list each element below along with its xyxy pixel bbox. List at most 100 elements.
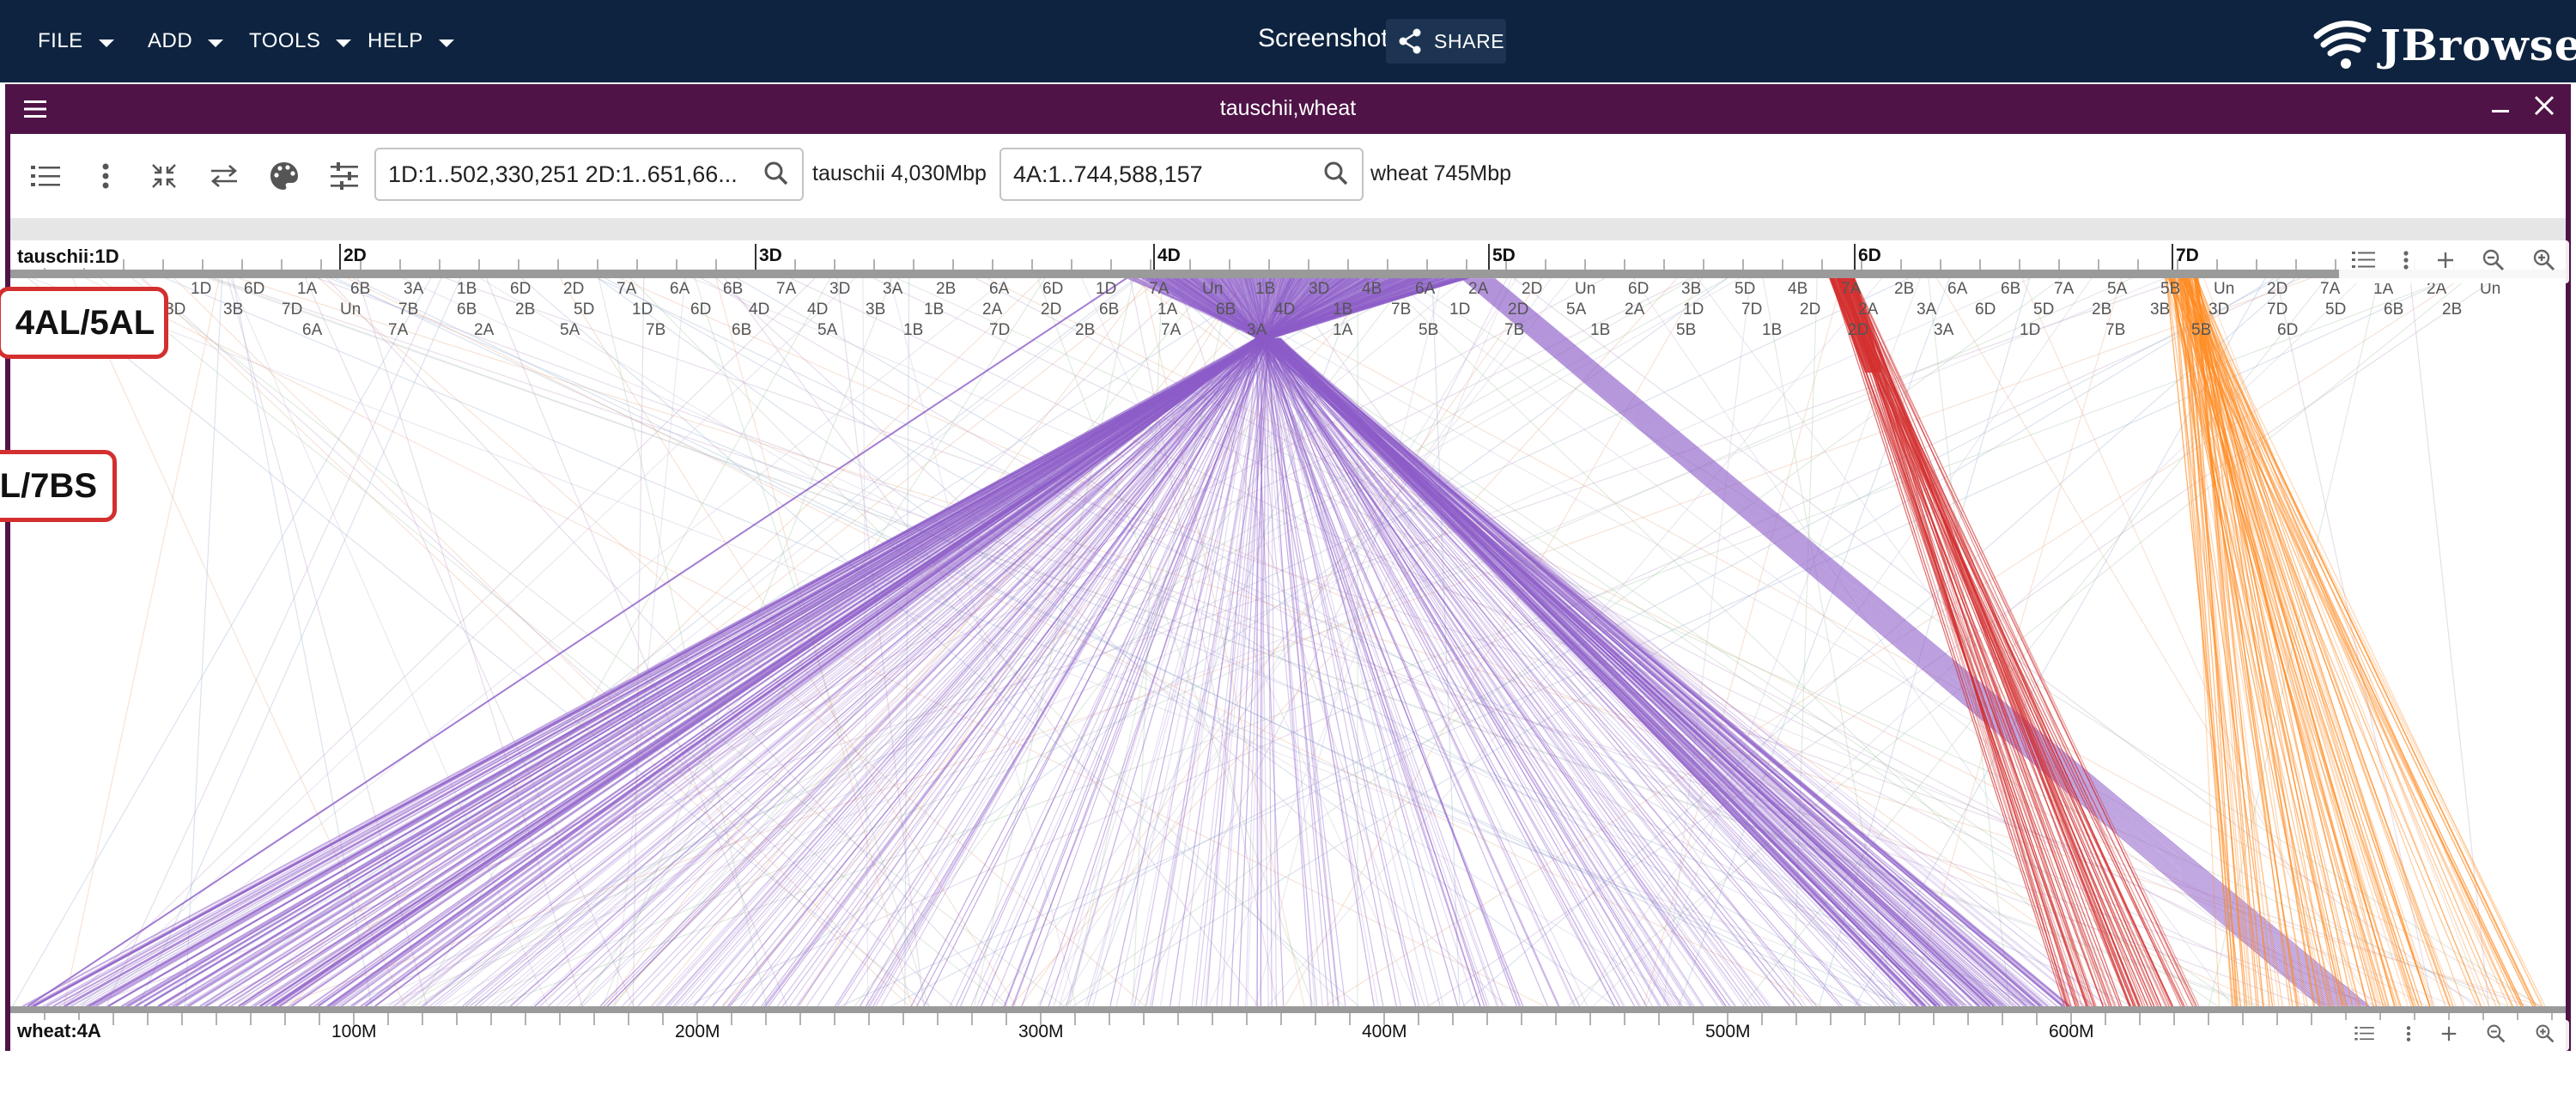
mini-chromosome-label: 2B — [1894, 280, 1915, 298]
mini-chromosome-label: 5B — [1419, 321, 1439, 339]
mini-chromosome-label: 6B — [723, 280, 744, 298]
chromosome-label: 4D — [1157, 246, 1181, 265]
mini-chromosome-label: 4D — [1274, 301, 1296, 319]
synteny-link — [1275, 337, 1957, 1006]
mini-chromosome-label: 3D — [1309, 280, 1330, 298]
mini-chromosome-label: 7B — [646, 321, 666, 339]
chromosome-label: 2D — [343, 246, 367, 265]
zoom-in-icon — [2536, 1024, 2555, 1042]
add-button[interactable] — [2439, 1024, 2458, 1047]
zoom-out-icon — [2487, 1024, 2506, 1042]
mini-chromosome-label: 6A — [670, 280, 690, 298]
mini-chromosome-label: 4D — [807, 301, 829, 319]
mini-chromosome-label: 5D — [2033, 301, 2055, 319]
mini-chromosome-label: 1D — [632, 301, 653, 319]
mini-chromosome-label: 3B — [866, 301, 886, 319]
tools-menu-button[interactable]: TOOLS — [249, 24, 352, 58]
file-menu-button[interactable]: FILE — [38, 24, 114, 58]
mini-chromosome-label: 7B — [2105, 321, 2126, 339]
bottom-ruler-ticks — [44, 1013, 2553, 1025]
chevron-down-icon — [336, 39, 352, 47]
mini-chromosome-label: 5D — [2325, 301, 2347, 319]
mini-chromosome-label: 1A — [297, 280, 318, 298]
annotation-callout: 4AL/5AL — [0, 287, 168, 359]
plus-icon — [2437, 252, 2453, 268]
annotation-text: 4AL/5AL — [15, 303, 155, 342]
bottom-search-button[interactable] — [1319, 147, 1353, 204]
zoom-out-button[interactable] — [2486, 1023, 2506, 1048]
zoom-in-button[interactable] — [2532, 248, 2556, 276]
mini-chromosome-label: 6D — [690, 301, 712, 319]
synteny-link — [142, 278, 954, 1006]
mini-chromosome-label: 1B — [1590, 321, 1611, 339]
mini-chromosome-label: 1B — [924, 301, 945, 319]
view-header: tauschii,wheat — [10, 84, 2566, 134]
tune-icon — [331, 162, 358, 190]
squish-button[interactable] — [143, 155, 185, 197]
mini-chromosome-label: 4B — [1788, 280, 1808, 298]
track-more-button[interactable] — [2405, 1025, 2412, 1047]
mini-chromosome-label: Un — [1575, 280, 1596, 298]
synteny-link — [1261, 278, 1803, 1006]
mini-chromosome-label: 2A — [1625, 301, 1645, 319]
track-list-button[interactable] — [2353, 1025, 2377, 1047]
mini-chromosome-label: 2B — [2442, 301, 2463, 319]
add-menu-button[interactable]: ADD — [148, 24, 224, 58]
chromosome-label: 6D — [1858, 246, 1881, 265]
mini-label-layer: 1D 6D 1A 6B 3A 1B 6D 2D 7A 6A 6B 7A 3D 3A 2B 6A 6D 1D 7A Un… — [10, 278, 2566, 347]
synteny-link — [270, 337, 1265, 1006]
synteny-link — [1254, 278, 1861, 1006]
mini-chromosome-label: 2D — [1800, 301, 1821, 319]
zoom-in-icon — [2533, 249, 2555, 270]
share-button[interactable]: SHARE — [1386, 19, 1506, 64]
track-list-button[interactable] — [2352, 250, 2376, 275]
mini-chromosome-label: 1B — [903, 321, 924, 339]
mini-chromosome-label: 2B — [2092, 301, 2112, 319]
color-by-button[interactable] — [263, 155, 306, 197]
mini-chromosome-label: 7D — [2267, 301, 2288, 319]
mini-chromosome-label: 7D — [1741, 301, 1763, 319]
add-button[interactable] — [2435, 250, 2456, 275]
mini-chromosome-label: 4B — [1362, 280, 1382, 298]
mini-chromosome-label: 3A — [1934, 321, 1954, 339]
top-region-label: tauschii:1D — [15, 246, 121, 268]
chromosome-label: 3D — [759, 246, 782, 265]
mini-chromosome-label: 7A — [1161, 321, 1182, 339]
settings-button[interactable] — [323, 155, 366, 197]
bottom-region-label: wheat:4A — [15, 1020, 103, 1042]
close-icon[interactable] — [2533, 94, 2555, 121]
zoom-out-button[interactable] — [2482, 248, 2506, 276]
mini-chromosome-label: 5B — [2160, 280, 2181, 298]
bottom-ruler[interactable]: wheat:4A 100M 200M 300M 400M 500M 600M — [10, 1013, 2566, 1051]
more-options-button[interactable] — [84, 155, 127, 197]
bottom-location-input[interactable]: 4A:1..744,588,157 — [999, 148, 1364, 201]
mini-chromosome-label: 6A — [989, 280, 1010, 298]
help-menu-button[interactable]: HELP — [368, 24, 454, 58]
top-search-button[interactable] — [759, 147, 793, 204]
mini-chromosome-label: 1D — [191, 280, 212, 298]
minimize-icon[interactable] — [2492, 110, 2509, 112]
session-title[interactable]: Screenshot — [1258, 24, 1388, 53]
mini-chromosome-label: 4D — [749, 301, 770, 319]
track-selector-button[interactable] — [24, 155, 67, 197]
mini-chromosome-label: 6D — [1628, 280, 1649, 298]
synteny-canvas[interactable] — [10, 278, 2566, 1006]
zoom-in-button[interactable] — [2535, 1023, 2555, 1048]
swap-button[interactable] — [203, 155, 246, 197]
top-ruler[interactable]: tauschii:1D 2D 3D 4D 5D 6D 7D — [10, 240, 2566, 270]
top-location-input[interactable]: 1D:1..502,330,251 2D:1..651,66... — [374, 148, 804, 201]
synteny-link — [578, 278, 1265, 1006]
view-toolbar: 1D:1..502,330,251 2D:1..651,66... tausch… — [10, 134, 2566, 218]
track-more-button[interactable] — [2403, 250, 2409, 275]
mini-chromosome-label: 2D — [2267, 280, 2288, 298]
mini-chromosome-label: 3B — [2150, 301, 2171, 319]
mini-chromosome-label: 7D — [282, 301, 303, 319]
mini-chromosome-label: 1D — [2020, 321, 2041, 339]
more-vert-icon — [2403, 250, 2409, 270]
mini-chromosome-label: 7D — [989, 321, 1011, 339]
synteny-link — [410, 278, 1194, 1006]
compress-icon — [152, 164, 176, 188]
synteny-link — [157, 337, 1265, 1006]
add-menu-label: ADD — [148, 29, 193, 52]
mini-chromosome-label: 5A — [817, 321, 838, 339]
